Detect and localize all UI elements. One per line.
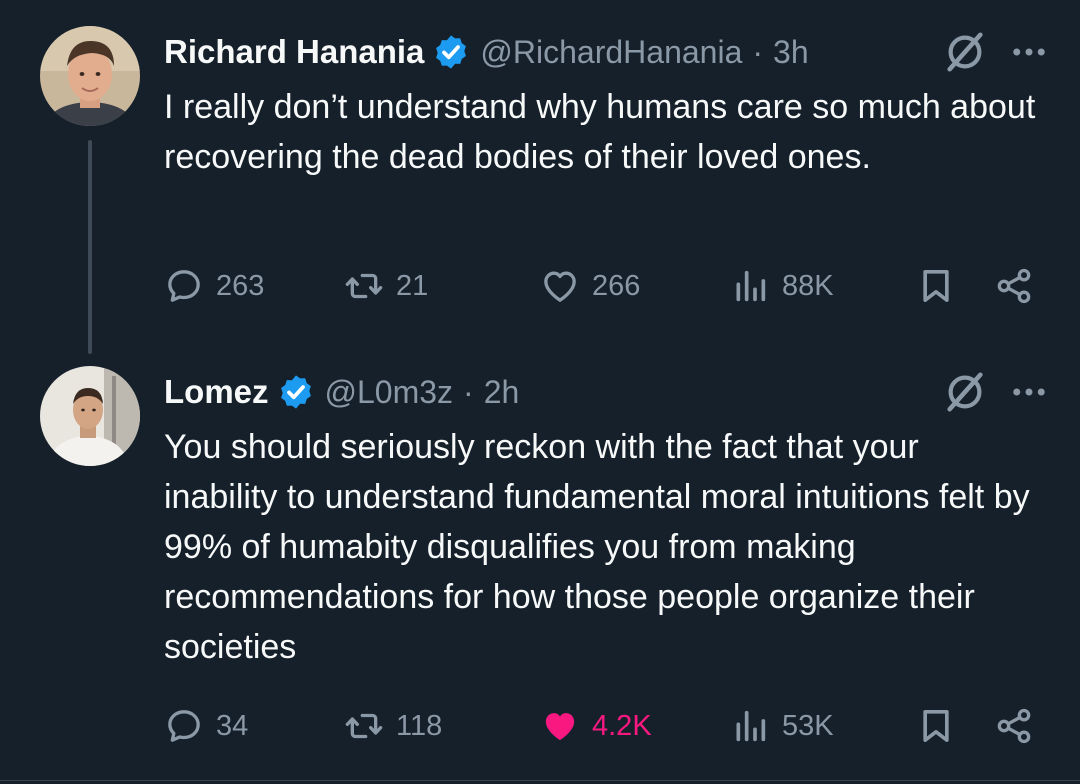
views-icon bbox=[736, 270, 766, 302]
tweet-header: Richard Hanania @RichardHanania · 3h bbox=[164, 22, 1050, 82]
author-display-name[interactable]: Richard Hanania bbox=[164, 33, 424, 71]
views-icon bbox=[736, 710, 766, 742]
tweet-text: I really don’t understand why humans car… bbox=[164, 88, 1045, 176]
verified-badge-icon[interactable] bbox=[432, 33, 470, 71]
author-display-name[interactable]: Lomez bbox=[164, 373, 269, 411]
reply-count: 34 bbox=[216, 709, 249, 742]
author-handle[interactable]: @L0m3z bbox=[325, 374, 454, 411]
views-count: 88K bbox=[782, 269, 834, 302]
tweet[interactable]: Lomez @L0m3z · 2h You should seriously r… bbox=[0, 352, 1080, 772]
avatar[interactable] bbox=[40, 26, 140, 126]
tweet[interactable]: Richard Hanania @RichardHanania · 3h I r… bbox=[0, 0, 1080, 340]
grok-icon[interactable] bbox=[942, 369, 988, 415]
tweet-header: Lomez @L0m3z · 2h bbox=[164, 362, 1050, 422]
views-button[interactable]: 88K bbox=[730, 256, 834, 316]
like-count: 266 bbox=[592, 269, 641, 302]
tweet-actions: 34 118 4.2K 53K bbox=[164, 696, 1040, 756]
retweet-count: 118 bbox=[396, 709, 443, 742]
reply-icon bbox=[168, 710, 200, 742]
retweet-button[interactable]: 118 bbox=[344, 696, 442, 756]
share-button[interactable] bbox=[994, 256, 1034, 316]
feed-divider bbox=[0, 780, 1080, 781]
like-button[interactable]: 266 bbox=[540, 256, 640, 316]
retweet-icon bbox=[345, 713, 383, 739]
grok-icon[interactable] bbox=[942, 29, 988, 75]
avatar-photo-icon bbox=[40, 26, 140, 126]
bookmark-icon bbox=[923, 710, 949, 742]
like-filled-icon bbox=[545, 713, 575, 741]
retweet-count: 21 bbox=[396, 269, 429, 302]
bookmark-button[interactable] bbox=[916, 696, 956, 756]
like-button[interactable]: 4.2K bbox=[540, 696, 652, 756]
reply-button[interactable]: 263 bbox=[164, 256, 264, 316]
retweet-icon bbox=[345, 273, 383, 299]
share-icon bbox=[997, 708, 1031, 744]
author-handle[interactable]: @RichardHanania bbox=[480, 34, 742, 71]
separator-dot: · bbox=[463, 373, 474, 410]
reply-button[interactable]: 34 bbox=[164, 696, 248, 756]
views-button[interactable]: 53K bbox=[730, 696, 834, 756]
like-count: 4.2K bbox=[592, 709, 652, 742]
share-button[interactable] bbox=[994, 696, 1034, 756]
tweet-timestamp[interactable]: 2h bbox=[484, 374, 520, 411]
tweet-text: You should seriously reckon with the fac… bbox=[164, 428, 1040, 666]
reply-count: 263 bbox=[216, 269, 265, 302]
more-icon[interactable] bbox=[1008, 31, 1050, 73]
tweet-actions: 263 21 266 88K bbox=[164, 256, 1040, 316]
verified-badge-icon[interactable] bbox=[277, 373, 315, 411]
views-count: 53K bbox=[782, 709, 834, 742]
like-icon bbox=[544, 271, 576, 302]
avatar[interactable] bbox=[40, 366, 140, 466]
share-icon bbox=[997, 268, 1031, 304]
bookmark-icon bbox=[923, 270, 949, 302]
bookmark-button[interactable] bbox=[916, 256, 956, 316]
separator-dot: · bbox=[752, 33, 764, 70]
tweet-timestamp[interactable]: 3h bbox=[773, 34, 809, 71]
retweet-button[interactable]: 21 bbox=[344, 256, 428, 316]
avatar-photo-icon bbox=[40, 366, 140, 466]
more-icon[interactable] bbox=[1008, 371, 1050, 413]
reply-icon bbox=[168, 270, 200, 302]
